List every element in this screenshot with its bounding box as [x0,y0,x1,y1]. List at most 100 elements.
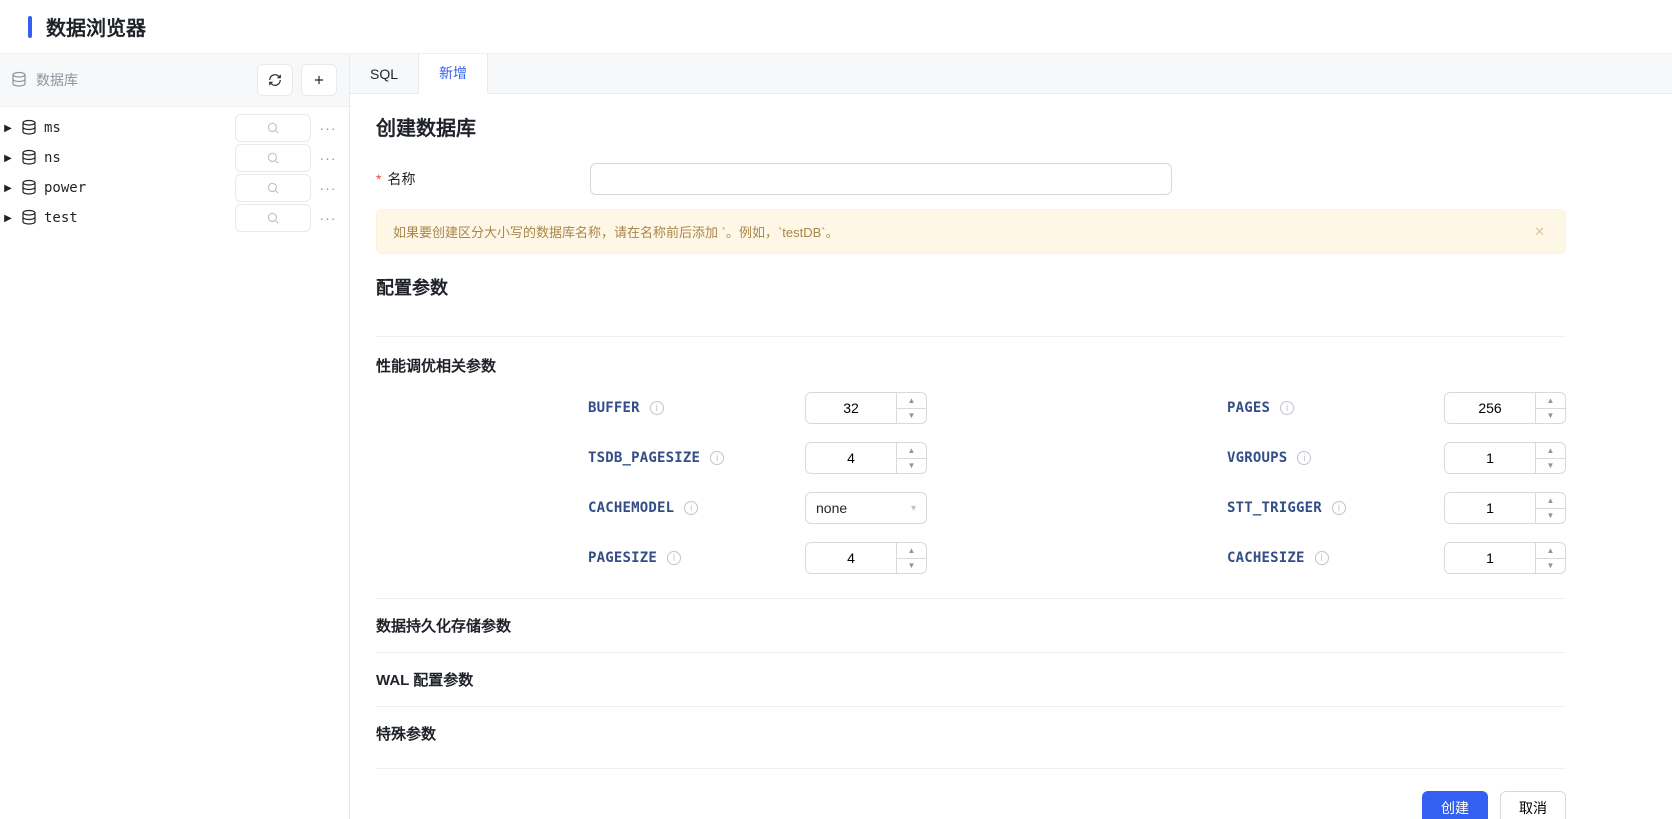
main-panel: SQL新增 创建数据库 * 名称 如果要创建区分大小写的 [350,54,1672,819]
pages-input[interactable] [1445,393,1535,423]
param-label: PAGESIZE [588,550,657,566]
step-up-icon[interactable]: ▲ [1536,543,1565,559]
tree-more-icon[interactable]: ··· [317,210,339,226]
tree-search-button[interactable] [235,204,311,232]
tab-sql[interactable]: SQL [350,54,419,93]
cachemodel-select[interactable]: none▾ [805,492,927,524]
param-row-cachesize: CACHESIZEi▲▼ [1227,542,1566,574]
form-footer: 创建 取消 [376,768,1566,819]
tree-more-icon[interactable]: ··· [317,120,339,136]
param-label: BUFFER [588,400,640,416]
step-down-icon[interactable]: ▼ [1536,409,1565,424]
stt_trigger-input[interactable] [1445,493,1535,523]
chevron-down-icon: ▾ [911,503,916,514]
database-tree-item[interactable]: ▶ test ··· [2,203,339,233]
add-database-button[interactable] [301,64,337,96]
param-row-buffer: BUFFER i ▲▼ [588,392,927,424]
step-down-icon[interactable]: ▼ [1536,459,1565,474]
tree-search-button[interactable] [235,144,311,172]
perf-section-title: 性能调优相关参数 [376,355,1566,376]
caret-right-icon[interactable]: ▶ [2,213,14,224]
info-icon[interactable]: i [684,501,698,515]
name-row: * 名称 [376,163,1566,195]
tree-more-icon[interactable]: ··· [317,150,339,166]
header-accent-bar [28,16,32,38]
pages-stepper: ▲▼ [1444,392,1566,424]
create-button[interactable]: 创建 [1422,791,1488,819]
param-row-pagesize: PAGESIZE i ▲▼ [588,542,927,574]
database-name: test [44,210,229,226]
tree-search-button[interactable] [235,114,311,142]
param-label: STT_TRIGGER [1227,500,1322,516]
tree-more-icon[interactable]: ··· [317,180,339,196]
form-title: 创建数据库 [376,112,1566,141]
wal-section-header[interactable]: WAL 配置参数 [376,652,1566,706]
info-icon[interactable]: i [1297,451,1311,465]
caret-right-icon[interactable]: ▶ [2,123,14,134]
step-down-icon[interactable]: ▼ [1536,509,1565,524]
sidebar: 数据库 ▶ ms ··· ▶ ns ··· ▶ power ··· ▶ test ··· [0,54,350,819]
step-up-icon[interactable]: ▲ [1536,393,1565,409]
database-icon [10,71,28,89]
vgroups-input[interactable] [1445,443,1535,473]
alert-text: 如果要创建区分大小写的数据库名称，请在名称前后添加 `。例如，`testDB`。 [393,222,1530,241]
tsdb_pagesize-input[interactable] [806,443,896,473]
step-down-icon[interactable]: ▼ [1536,559,1565,574]
param-label: TSDB_PAGESIZE [588,450,700,466]
param-label: PAGES [1227,400,1270,416]
vgroups-stepper: ▲▼ [1444,442,1566,474]
cachesize-input[interactable] [1445,543,1535,573]
stt_trigger-stepper: ▲▼ [1444,492,1566,524]
buffer-stepper: ▲▼ [805,392,927,424]
caret-right-icon[interactable]: ▶ [2,183,14,194]
info-icon[interactable]: i [1332,501,1346,515]
database-tree-item[interactable]: ▶ ns ··· [2,143,339,173]
pagesize-stepper: ▲▼ [805,542,927,574]
info-icon[interactable]: i [1280,401,1294,415]
storage-section-header[interactable]: 数据持久化存储参数 [376,598,1566,652]
caret-right-icon[interactable]: ▶ [2,153,14,164]
name-hint-alert: 如果要创建区分大小写的数据库名称，请在名称前后添加 `。例如，`testDB`。… [376,209,1566,254]
database-name: power [44,180,229,196]
sidebar-header: 数据库 [0,54,349,107]
special-section-header[interactable]: 特殊参数 [376,706,1566,760]
alert-close-icon[interactable]: ✕ [1530,224,1549,240]
info-icon[interactable]: i [710,451,724,465]
cancel-button[interactable]: 取消 [1500,791,1566,819]
database-icon [20,209,38,227]
tree-search-button[interactable] [235,174,311,202]
step-down-icon[interactable]: ▼ [897,559,926,574]
step-up-icon[interactable]: ▲ [897,543,926,559]
page-title: 数据浏览器 [46,12,146,41]
info-icon[interactable]: i [1315,551,1329,565]
step-down-icon[interactable]: ▼ [897,409,926,424]
database-tree-item[interactable]: ▶ power ··· [2,173,339,203]
info-icon[interactable]: i [650,401,664,415]
name-input[interactable] [590,163,1172,195]
cachesize-stepper: ▲▼ [1444,542,1566,574]
step-down-icon[interactable]: ▼ [897,459,926,474]
tab-新增[interactable]: 新增 [419,54,488,94]
buffer-input[interactable] [806,393,896,423]
step-up-icon[interactable]: ▲ [897,393,926,409]
param-row-vgroups: VGROUPSi▲▼ [1227,442,1566,474]
tsdb_pagesize-stepper: ▲▼ [805,442,927,474]
step-up-icon[interactable]: ▲ [1536,443,1565,459]
param-row-pages: PAGES i ▲▼ [1227,392,1566,424]
refresh-button[interactable] [257,64,293,96]
perf-section: 性能调优相关参数 BUFFERi▲▼PAGESi▲▼TSDB_PAGESIZEi… [376,336,1566,598]
config-params-title: 配置参数 [376,274,1566,300]
step-up-icon[interactable]: ▲ [897,443,926,459]
database-icon [20,179,38,197]
database-name: ms [44,120,229,136]
pagesize-input[interactable] [806,543,896,573]
step-up-icon[interactable]: ▲ [1536,493,1565,509]
database-name: ns [44,150,229,166]
sidebar-title: 数据库 [36,70,249,90]
info-icon[interactable]: i [667,551,681,565]
database-tree-item[interactable]: ▶ ms ··· [2,113,339,143]
name-label: 名称 [387,169,415,189]
param-row-stt_trigger: STT_TRIGGER i ▲▼ [1227,492,1566,524]
tab-bar: SQL新增 [350,54,1672,94]
database-icon [20,119,38,137]
